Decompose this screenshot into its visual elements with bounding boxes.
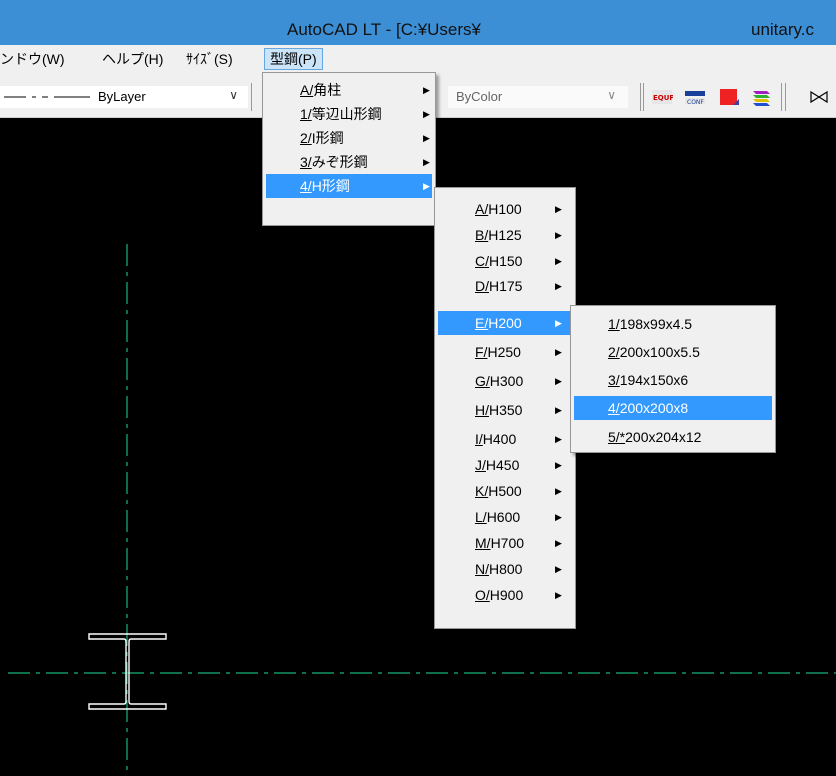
red-square-icon[interactable] [718, 87, 740, 107]
menu-item-h700[interactable]: M/H700 ▶ [438, 531, 572, 555]
menu-item-h150[interactable]: C/H150 ▶ [438, 249, 572, 273]
color-combo[interactable]: ByColor ∨ [448, 86, 628, 108]
menu-window[interactable]: ンドウ(W) [0, 49, 65, 69]
toolbar-separator [640, 83, 641, 111]
menu-item-h250[interactable]: F/H250 ▶ [438, 340, 572, 364]
menu-item-h450[interactable]: J/H450 ▶ [438, 453, 572, 477]
menu-item-h300[interactable]: G/H300 ▶ [438, 369, 572, 393]
menu-item-h900[interactable]: O/H900 ▶ [438, 583, 572, 607]
menu-item-h350[interactable]: H/H350 ▶ [438, 398, 572, 422]
menu-item-h-beam[interactable]: 4/H形鋼 ▶ [266, 174, 432, 198]
svg-text:EQUP: EQUP [653, 94, 673, 102]
menu-help[interactable]: ヘルプ(H) [102, 49, 163, 69]
menu-item-h100[interactable]: A/H100 ▶ [438, 197, 572, 221]
linetype-combo[interactable]: ByLayer ∨ [0, 86, 248, 108]
conf-icon[interactable]: CONF [684, 87, 706, 107]
menu-item-h600[interactable]: L/H600 ▶ [438, 505, 572, 529]
menu-item-channel[interactable]: 3/みぞ形鋼 ▶ [266, 150, 432, 174]
menu-item-194x150[interactable]: 3/194x150x6 [574, 368, 772, 392]
linetype-value: ByLayer [98, 89, 146, 104]
title-bar: AutoCAD LT - [C:¥Users¥ unitary.c [0, 0, 836, 45]
menu-size[interactable]: ｻｲｽﾞ(S) [186, 49, 233, 69]
menu-item-h400[interactable]: I/H400 ▶ [438, 427, 572, 451]
h200-submenu: 1/198x99x4.5 2/200x100x5.5 3/194x150x6 4… [570, 305, 776, 453]
katakou-menu: A/角柱 ▶ 1/等辺山形鋼 ▶ 2/I形鋼 ▶ 3/みぞ形鋼 ▶ 4/H形鋼 ▶ [262, 72, 436, 226]
svg-text:CONF: CONF [687, 99, 704, 106]
color-value: ByColor [456, 89, 503, 104]
h-beam-submenu: A/H100 ▶ B/H125 ▶ C/H150 ▶ D/H175 ▶ E/H200 ▶ … [434, 187, 576, 629]
toolbar-separator [643, 83, 644, 111]
menu-item-touhen-yamagata[interactable]: 1/等辺山形鋼 ▶ [266, 102, 432, 126]
menu-item-h500[interactable]: K/H500 ▶ [438, 479, 572, 503]
menu-item-200x200[interactable]: 4/200x200x8 [574, 396, 772, 420]
menu-item-i-beam[interactable]: 2/I形鋼 ▶ [266, 126, 432, 150]
toolbar-separator [785, 83, 786, 111]
layers-icon[interactable] [750, 87, 772, 107]
menu-item-kakuchu[interactable]: A/角柱 ▶ [266, 78, 432, 102]
menu-katakou[interactable]: 型鋼(P) [264, 48, 323, 70]
toolbar-separator [781, 83, 782, 111]
menu-item-198x99[interactable]: 1/198x99x4.5 [574, 312, 772, 336]
menu-bar: ンドウ(W) ヘルプ(H) ｻｲｽﾞ(S) 型鋼(P) [0, 45, 836, 73]
equp-icon[interactable]: EQUP [651, 87, 675, 107]
menu-item-h800[interactable]: N/H800 ▶ [438, 557, 572, 581]
window-title: AutoCAD LT - [C:¥Users¥ [287, 20, 481, 39]
menu-item-h200[interactable]: E/H200 ▶ [438, 311, 572, 335]
toolbar-separator [251, 83, 252, 111]
chevron-down-icon[interactable]: ∨ [607, 88, 616, 102]
menu-item-200x204[interactable]: 5/*200x204x12 [574, 425, 772, 449]
window-title-filename: unitary.c [751, 20, 814, 39]
bowtie-icon[interactable] [808, 87, 830, 107]
menu-item-200x100[interactable]: 2/200x100x5.5 [574, 340, 772, 364]
menu-item-h125[interactable]: B/H125 ▶ [438, 223, 572, 247]
menu-item-h175[interactable]: D/H175 ▶ [438, 274, 572, 298]
linetype-preview [4, 96, 90, 98]
chevron-down-icon[interactable]: ∨ [229, 88, 238, 102]
